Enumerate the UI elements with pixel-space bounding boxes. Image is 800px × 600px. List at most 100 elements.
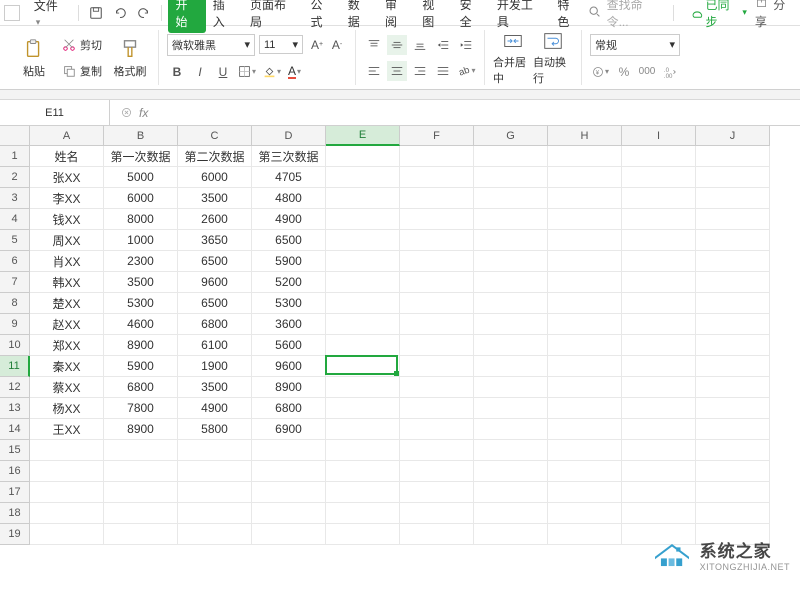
cell-H14[interactable] [548, 419, 622, 440]
ribbon-tab-2[interactable]: 页面布局 [243, 0, 304, 33]
cell-E12[interactable] [326, 377, 400, 398]
align-bottom-icon[interactable] [410, 35, 430, 55]
cell-E8[interactable] [326, 293, 400, 314]
cell-B18[interactable] [104, 503, 178, 524]
cell-B9[interactable]: 4600 [104, 314, 178, 335]
cell-A14[interactable]: 王XX [30, 419, 104, 440]
format-painter-button[interactable]: 格式刷 [110, 31, 150, 85]
cell-E2[interactable] [326, 167, 400, 188]
row-header-16[interactable]: 16 [0, 461, 30, 482]
cell-G15[interactable] [474, 440, 548, 461]
col-header-H[interactable]: H [548, 126, 622, 146]
cell-E9[interactable] [326, 314, 400, 335]
ribbon-tab-6[interactable]: 视图 [415, 0, 452, 33]
cell-G2[interactable] [474, 167, 548, 188]
cell-G16[interactable] [474, 461, 548, 482]
cell-J4[interactable] [696, 209, 770, 230]
cell-B13[interactable]: 7800 [104, 398, 178, 419]
cell-F7[interactable] [400, 272, 474, 293]
decrease-indent-icon[interactable] [433, 35, 453, 55]
cell-G3[interactable] [474, 188, 548, 209]
cell-J6[interactable] [696, 251, 770, 272]
cell-A6[interactable]: 肖XX [30, 251, 104, 272]
cell-E17[interactable] [326, 482, 400, 503]
cell-G4[interactable] [474, 209, 548, 230]
increase-indent-icon[interactable] [456, 35, 476, 55]
cell-C3[interactable]: 3500 [178, 188, 252, 209]
cell-F16[interactable] [400, 461, 474, 482]
cell-B2[interactable]: 5000 [104, 167, 178, 188]
row-header-15[interactable]: 15 [0, 440, 30, 461]
cell-D3[interactable]: 4800 [252, 188, 326, 209]
cell-A13[interactable]: 杨XX [30, 398, 104, 419]
cell-F15[interactable] [400, 440, 474, 461]
ribbon-tab-8[interactable]: 开发工具 [490, 0, 551, 33]
increase-decimal-icon[interactable]: .0.00 [660, 62, 680, 82]
cell-I16[interactable] [622, 461, 696, 482]
cell-C16[interactable] [178, 461, 252, 482]
cell-H15[interactable] [548, 440, 622, 461]
cell-F14[interactable] [400, 419, 474, 440]
cell-F8[interactable] [400, 293, 474, 314]
cell-E18[interactable] [326, 503, 400, 524]
name-box[interactable]: E11 [0, 100, 110, 125]
cell-H3[interactable] [548, 188, 622, 209]
cell-A8[interactable]: 楚XX [30, 293, 104, 314]
cell-C9[interactable]: 6800 [178, 314, 252, 335]
number-format-select[interactable]: 常规▾ [590, 34, 680, 56]
cell-G9[interactable] [474, 314, 548, 335]
cell-A7[interactable]: 韩XX [30, 272, 104, 293]
cell-C5[interactable]: 3650 [178, 230, 252, 251]
cell-A15[interactable] [30, 440, 104, 461]
row-header-8[interactable]: 8 [0, 293, 30, 314]
select-all-corner[interactable] [0, 126, 30, 146]
cell-C2[interactable]: 6000 [178, 167, 252, 188]
italic-button[interactable]: I [190, 62, 210, 82]
align-middle-icon[interactable] [387, 35, 407, 55]
cell-E14[interactable] [326, 419, 400, 440]
row-header-14[interactable]: 14 [0, 419, 30, 440]
justify-icon[interactable] [433, 61, 453, 81]
ribbon-tab-7[interactable]: 安全 [453, 0, 490, 33]
cell-B11[interactable]: 5900 [104, 356, 178, 377]
cell-J9[interactable] [696, 314, 770, 335]
cell-E6[interactable] [326, 251, 400, 272]
cell-F17[interactable] [400, 482, 474, 503]
row-header-13[interactable]: 13 [0, 398, 30, 419]
cell-A2[interactable]: 张XX [30, 167, 104, 188]
cell-H17[interactable] [548, 482, 622, 503]
paste-button[interactable]: 粘贴 [14, 31, 54, 85]
cell-D2[interactable]: 4705 [252, 167, 326, 188]
cell-G18[interactable] [474, 503, 548, 524]
cell-D18[interactable] [252, 503, 326, 524]
cells-area[interactable]: 姓名第一次数据第二次数据第三次数据张XX500060004705李XX60003… [30, 146, 770, 545]
cell-A4[interactable]: 钱XX [30, 209, 104, 230]
cell-F9[interactable] [400, 314, 474, 335]
cell-D10[interactable]: 5600 [252, 335, 326, 356]
cell-I12[interactable] [622, 377, 696, 398]
cell-J8[interactable] [696, 293, 770, 314]
cell-E16[interactable] [326, 461, 400, 482]
cell-D19[interactable] [252, 524, 326, 545]
cell-D7[interactable]: 5200 [252, 272, 326, 293]
cell-H11[interactable] [548, 356, 622, 377]
share-button[interactable]: 分享 [755, 0, 796, 30]
cell-G14[interactable] [474, 419, 548, 440]
cell-I5[interactable] [622, 230, 696, 251]
row-header-7[interactable]: 7 [0, 272, 30, 293]
cut-button[interactable]: 剪切 [58, 34, 106, 56]
cell-B10[interactable]: 8900 [104, 335, 178, 356]
cell-I2[interactable] [622, 167, 696, 188]
row-header-2[interactable]: 2 [0, 167, 30, 188]
cell-D14[interactable]: 6900 [252, 419, 326, 440]
row-header-3[interactable]: 3 [0, 188, 30, 209]
cell-G17[interactable] [474, 482, 548, 503]
cell-H18[interactable] [548, 503, 622, 524]
col-header-I[interactable]: I [622, 126, 696, 146]
cell-G7[interactable] [474, 272, 548, 293]
col-header-J[interactable]: J [696, 126, 770, 146]
row-header-17[interactable]: 17 [0, 482, 30, 503]
cell-I9[interactable] [622, 314, 696, 335]
row-header-12[interactable]: 12 [0, 377, 30, 398]
ribbon-tab-0[interactable]: 开始 [168, 0, 205, 33]
